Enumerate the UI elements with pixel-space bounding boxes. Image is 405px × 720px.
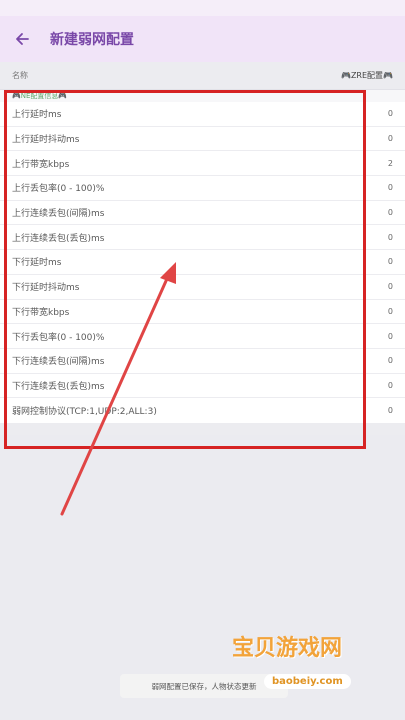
watermark-logo: 宝贝游戏网 [232,636,343,661]
config-row-value: 2 [387,158,393,168]
status-bar [0,0,405,16]
config-row-value: 0 [387,380,393,390]
config-row[interactable]: 上行延时ms 0 [0,102,405,127]
config-row[interactable]: 下行连续丢包(间隔)ms 0 [0,349,405,374]
app-bar: 新建弱网配置 [0,16,405,62]
config-row-label: 上行丢包率(0 - 100)% [12,184,105,195]
watermark-url: baobeiy.com [264,674,351,689]
config-row-label: 下行延时ms [12,258,62,269]
config-row-value: 0 [387,356,393,366]
config-row-label: 上行连续丢包(间隔)ms [12,209,105,220]
list-footer [0,422,405,435]
config-row-value: 0 [387,406,393,416]
config-row-value: 0 [387,331,393,341]
config-row[interactable]: 弱网控制协议(TCP:1,UDP:2,ALL:3) 0 [0,398,405,423]
config-row[interactable]: 上行延时抖动ms 0 [0,127,405,152]
config-row-label: 下行丢包率(0 - 100)% [12,332,105,343]
config-row-value: 0 [387,306,393,316]
config-row-value: 0 [387,257,393,267]
page-title: 新建弱网配置 [50,32,134,48]
config-row[interactable]: 下行连续丢包(丢包)ms 0 [0,374,405,399]
config-row[interactable]: 上行连续丢包(丢包)ms 0 [0,225,405,251]
config-row-label: 下行带宽kbps [12,307,70,318]
name-value: 🎮ZRE配置🎮 [340,71,393,80]
name-field[interactable]: 名称 🎮ZRE配置🎮 [0,62,405,90]
config-row-label: 下行延时抖动ms [12,283,80,294]
config-row-label: 上行延时ms [12,110,62,121]
back-button[interactable] [0,16,44,62]
config-row[interactable]: 上行连续丢包(间隔)ms 0 [0,201,405,226]
config-row-value: 0 [387,183,393,193]
config-row[interactable]: 下行丢包率(0 - 100)% 0 [0,324,405,349]
config-row[interactable]: 下行带宽kbps 0 [0,300,405,325]
config-row-value: 0 [387,134,393,144]
section-header: 🎮NE配置信息🎮 [0,90,405,102]
config-row-label: 弱网控制协议(TCP:1,UDP:2,ALL:3) [12,407,157,418]
config-row-label: 下行连续丢包(丢包)ms [12,381,105,392]
config-row-value: 0 [387,232,393,242]
config-row-label: 上行带宽kbps [12,159,70,170]
config-row-value: 0 [387,109,393,119]
config-row[interactable]: 上行带宽kbps 2 [0,151,405,177]
config-row-label: 上行连续丢包(丢包)ms [12,233,105,244]
config-row-value: 0 [387,208,393,218]
config-row-value: 0 [387,282,393,292]
config-row[interactable]: 下行延时抖动ms 0 [0,275,405,300]
config-row[interactable]: 下行延时ms 0 [0,250,405,275]
name-label: 名称 [12,71,28,80]
arrow-left-icon [16,33,29,45]
watermark: 宝贝游戏网 baobeiy.com [224,628,394,708]
config-row-label: 下行连续丢包(间隔)ms [12,357,105,368]
config-row[interactable]: 上行丢包率(0 - 100)% 0 [0,176,405,201]
config-row-label: 上行延时抖动ms [12,135,80,146]
config-list: 🎮NE配置信息🎮 上行延时ms 0 上行延时抖动ms 0 上行带宽kbps 2 上行丢包率(… [0,90,405,423]
